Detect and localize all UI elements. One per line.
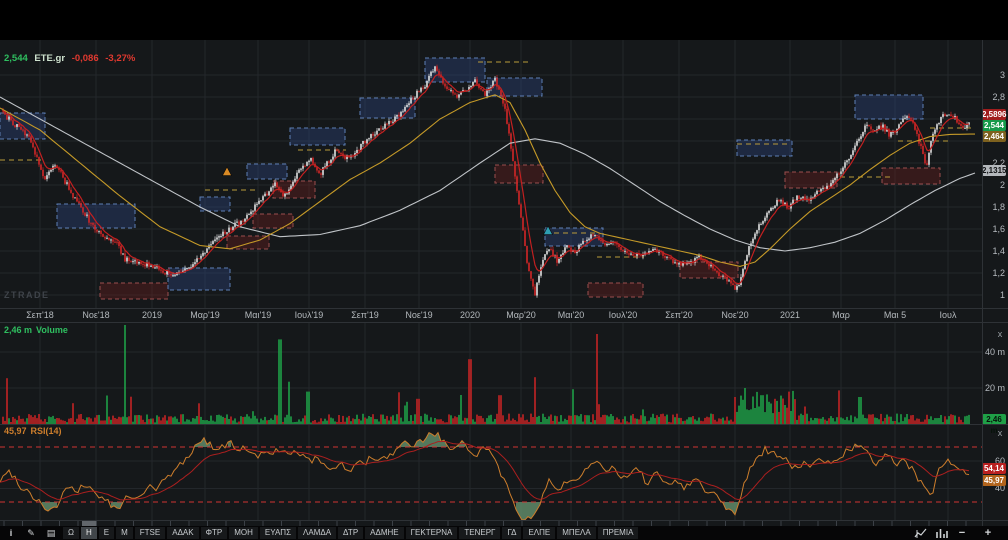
price-axis-tick: 1 — [982, 290, 1005, 300]
volume-chart[interactable] — [0, 323, 982, 424]
volume-pane-label: 2,46 m Volume — [4, 325, 72, 335]
time-axis-label: Ιουλ'20 — [595, 310, 651, 320]
time-axis-label: Μαρ — [813, 310, 869, 320]
symbol-tab-ΑΔΑΚ[interactable]: ΑΔΑΚ — [167, 527, 198, 539]
price-axis-tick: 1,6 — [982, 224, 1005, 234]
symbol-tab-ΤΕΝΕΡΓ[interactable]: ΤΕΝΕΡΓ — [459, 527, 500, 539]
price-axis[interactable]: 32,82,62,221,81,61,41,212,58962,5442,464… — [982, 40, 1008, 526]
candlestick-chart-icon[interactable] — [914, 528, 927, 539]
symbol-tab-ΕΛΠΕ[interactable]: ΕΛΠΕ — [523, 527, 555, 539]
volume-indicator-name: Volume — [36, 325, 68, 335]
pane-separator — [0, 308, 1008, 309]
bar-chart-icon[interactable] — [935, 528, 948, 539]
alert-marker — [223, 167, 232, 176]
last-price: 2,544 — [4, 53, 28, 64]
last-price-label: 2,544 — [982, 120, 1006, 131]
time-axis-label: 2019 — [124, 310, 180, 320]
platform-watermark: ZTRADE — [4, 290, 50, 300]
symbol-tab-ΕΥΑΠΣ[interactable]: ΕΥΑΠΣ — [260, 527, 296, 539]
top-bar — [0, 0, 1008, 40]
symbol-name: ETE.gr — [34, 53, 65, 64]
time-axis-label: Νοε'18 — [68, 310, 124, 320]
timeframe-Ε[interactable]: Ε — [99, 527, 114, 539]
time-axis-label: 2020 — [442, 310, 498, 320]
info-icon[interactable]: i — [3, 527, 19, 539]
rsi-signal-value-label: 54,14 — [982, 463, 1006, 474]
timeframe-Η[interactable]: Η — [81, 527, 97, 539]
price-axis-tick: 3 — [982, 70, 1005, 80]
time-axis-label: Νοε'20 — [707, 310, 763, 320]
timeframe-Ω[interactable]: Ω — [63, 527, 79, 539]
symbol-tab-ΦΤΡ[interactable]: ΦΤΡ — [201, 527, 228, 539]
fast-ma-price-label: 2,5896 — [982, 109, 1006, 120]
volume-axis-tick: 20 m — [982, 383, 1005, 393]
trading-platform: Σεπ'18Νοε'182019Μαρ'19Μαι'19Ιουλ'19Σεπ'1… — [0, 0, 1008, 540]
time-axis-label: Μαι'20 — [543, 310, 599, 320]
symbol-tab-ΛΑΜΔΑ[interactable]: ΛΑΜΔΑ — [298, 527, 336, 539]
bottom-toolbar: i✎▤ΩΗΕΜFTSEΑΔΑΚΦΤΡΜΟΗΕΥΑΠΣΛΑΜΔΑΔΤΡΑΔΜΗΕΓ… — [0, 526, 1008, 540]
symbol-tab-ΑΔΜΗΕ[interactable]: ΑΔΜΗΕ — [365, 527, 403, 539]
symbol-tab-ΜΠΕΛΑ[interactable]: ΜΠΕΛΑ — [557, 527, 595, 539]
chart-legend: 2,544 ETE.gr -0,086 -3,27% — [4, 53, 139, 64]
axis-separator — [982, 40, 983, 526]
price-axis-tick: 1,4 — [982, 246, 1005, 256]
timeframe-Μ[interactable]: Μ — [116, 527, 133, 539]
rsi-pane-label: 45,97 RSI(14) — [4, 426, 66, 436]
symbol-tab-ΜΟΗ[interactable]: ΜΟΗ — [229, 527, 258, 539]
time-axis-label: Σεπ'19 — [337, 310, 393, 320]
chart-area: Σεπ'18Νοε'182019Μαρ'19Μαι'19Ιουλ'19Σεπ'1… — [0, 40, 1008, 526]
time-axis-label: Σεπ'20 — [651, 310, 707, 320]
time-axis-label: Μαι 5 — [867, 310, 923, 320]
volume-axis-tick: 40 m — [982, 347, 1005, 357]
price-axis-tick: 2,8 — [982, 92, 1005, 102]
time-axis-label: Μαι'19 — [230, 310, 286, 320]
symbol-tab-ΓΔ[interactable]: ΓΔ — [502, 527, 521, 539]
zoom-out-button[interactable]: − — [954, 527, 970, 539]
rsi-chart[interactable] — [0, 424, 982, 520]
symbol-tab-ΠΡΕΜΙΑ[interactable]: ΠΡΕΜΙΑ — [598, 527, 639, 539]
volume-value: 2,46 m — [4, 325, 32, 335]
price-change: -0,086 — [72, 53, 99, 64]
time-axis[interactable]: Σεπ'18Νοε'182019Μαρ'19Μαι'19Ιουλ'19Σεπ'1… — [0, 308, 982, 323]
time-axis-label: Νοε'19 — [391, 310, 447, 320]
mid-ma-price-label: 2,464 — [982, 131, 1006, 142]
price-axis-tick: 1,2 — [982, 268, 1005, 278]
pane-separator — [0, 424, 1008, 425]
time-axis-label: Ιουλ — [920, 310, 976, 320]
draw-icon[interactable]: ✎ — [23, 527, 39, 539]
pane-separator — [0, 322, 1008, 323]
time-axis-label: Μαρ'20 — [493, 310, 549, 320]
pane-separator — [0, 520, 1008, 521]
price-candlestick-chart[interactable] — [0, 40, 982, 308]
time-axis-label: Ιουλ'19 — [281, 310, 337, 320]
price-axis-tick: 1,8 — [982, 202, 1005, 212]
time-axis-label: Μαρ'19 — [177, 310, 233, 320]
time-axis-label: Σεπ'18 — [12, 310, 68, 320]
toolbar-right: − + — [906, 527, 1000, 539]
slow-ma-price-label: 2,1315 — [982, 165, 1006, 176]
zoom-in-button[interactable]: + — [980, 527, 996, 539]
time-axis-label: 2021 — [762, 310, 818, 320]
price-axis-tick: 2 — [982, 180, 1005, 190]
watchlist-icon[interactable]: ▤ — [43, 527, 59, 539]
rsi-value: 45,97 — [4, 426, 27, 436]
symbol-tab-ΓΕΚΤΕΡΝΑ[interactable]: ΓΕΚΤΕΡΝΑ — [406, 527, 458, 539]
rsi-value-label: 45,97 — [982, 475, 1006, 486]
symbol-tab-ΔΤΡ[interactable]: ΔΤΡ — [338, 527, 363, 539]
price-change-percent: -3,27% — [105, 53, 135, 64]
rsi-indicator-name: RSI(14) — [31, 426, 62, 436]
symbol-tab-FTSE[interactable]: FTSE — [135, 527, 165, 539]
toolbar-left: i✎▤ΩΗΕΜFTSEΑΔΑΚΦΤΡΜΟΗΕΥΑΠΣΛΑΜΔΑΔΤΡΑΔΜΗΕΓ… — [3, 527, 906, 539]
